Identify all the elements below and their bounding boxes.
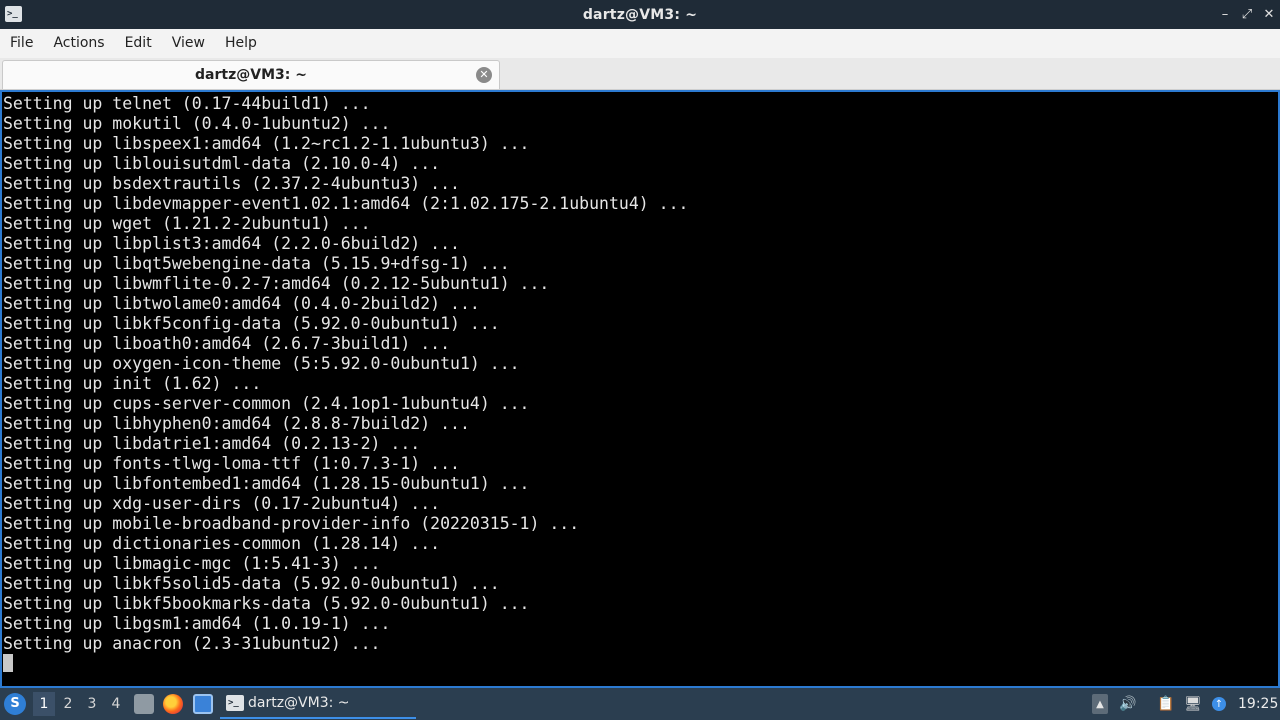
- menu-file[interactable]: File: [0, 29, 43, 58]
- terminal-line: Setting up libdatrie1:amd64 (0.2.13-2) .…: [3, 434, 421, 453]
- terminal-line: Setting up libdevmapper-event1.02.1:amd6…: [3, 194, 689, 213]
- close-icon[interactable]: ✕: [476, 67, 492, 83]
- menu-edit[interactable]: Edit: [115, 29, 162, 58]
- terminal-line: Setting up mokutil (0.4.0-1ubuntu2) ...: [3, 114, 391, 133]
- network-icon[interactable]: 🖥: [1183, 694, 1203, 714]
- terminal-line: Setting up telnet (0.17-44build1) ...: [3, 94, 371, 113]
- terminal-line: Setting up liboath0:amd64 (2.6.7-3build1…: [3, 334, 451, 353]
- workspace-4[interactable]: 4: [105, 692, 127, 716]
- terminal-line: Setting up liblouisutdml-data (2.10.0-4)…: [3, 154, 441, 173]
- close-window-button[interactable]: ✕: [1258, 0, 1280, 29]
- window-titlebar[interactable]: >_ dartz@VM3: ~ – ⤢ ✕: [0, 0, 1280, 29]
- terminal-line: Setting up wget (1.21.2-2ubuntu1) ...: [3, 214, 371, 233]
- maximize-button[interactable]: ⤢: [1236, 0, 1258, 29]
- minimize-button[interactable]: –: [1214, 0, 1236, 29]
- terminal-view[interactable]: Setting up telnet (0.17-44build1) ... Set…: [0, 90, 1280, 688]
- terminal-cursor: [3, 654, 13, 672]
- workspace-2[interactable]: 2: [57, 692, 79, 716]
- terminal-line: Setting up mobile-broadband-provider-inf…: [3, 514, 580, 533]
- clipboard-icon[interactable]: 📋: [1156, 694, 1176, 714]
- clock[interactable]: 19:25: [1238, 688, 1278, 720]
- terminal-icon: >_: [226, 695, 244, 711]
- workspace-3[interactable]: 3: [81, 692, 103, 716]
- taskbar: S 1 2 3 4 >_ dartz@VM3: ~ ▲ 🔊 📋 🖥 ↑ 19:2…: [0, 688, 1280, 720]
- window-title: dartz@VM3: ~: [582, 6, 698, 23]
- terminal-line: Setting up libspeex1:amd64 (1.2~rc1.2-1.…: [3, 134, 530, 153]
- terminal-line: Setting up libplist3:amd64 (2.2.0-6build…: [3, 234, 460, 253]
- tray-expand-icon[interactable]: ▲: [1092, 694, 1108, 714]
- task-label: dartz@VM3: ~: [248, 695, 350, 711]
- menu-view[interactable]: View: [162, 29, 215, 58]
- firefox-icon[interactable]: [163, 694, 183, 714]
- tab-bar: dartz@VM3: ~ ✕: [0, 58, 1280, 90]
- terminal-line: Setting up libfontembed1:amd64 (1.28.15-…: [3, 474, 530, 493]
- terminal-line: Setting up libgsm1:amd64 (1.0.19-1) ...: [3, 614, 391, 633]
- terminal-line: Setting up anacron (2.3-31ubuntu2) ...: [3, 634, 381, 653]
- terminal-line: Setting up bsdextrautils (2.37.2-4ubuntu…: [3, 174, 460, 193]
- terminal-output: Setting up telnet (0.17-44build1) ... Set…: [3, 94, 688, 654]
- terminal-line: Setting up libwmflite-0.2-7:amd64 (0.2.1…: [3, 274, 550, 293]
- terminal-icon: >_: [5, 6, 22, 22]
- terminal-line: Setting up libhyphen0:amd64 (2.8.8-7buil…: [3, 414, 470, 433]
- terminal-line: Setting up libqt5webengine-data (5.15.9+…: [3, 254, 510, 273]
- start-menu-icon[interactable]: S: [4, 693, 26, 715]
- menu-actions[interactable]: Actions: [43, 29, 114, 58]
- tab-terminal[interactable]: dartz@VM3: ~ ✕: [2, 60, 500, 89]
- workspace-1[interactable]: 1: [33, 692, 55, 716]
- menu-bar: File Actions Edit View Help: [0, 29, 1280, 58]
- terminal-line: Setting up libmagic-mgc (1:5.41-3) ...: [3, 554, 381, 573]
- volume-icon[interactable]: 🔊: [1118, 694, 1138, 714]
- terminal-line: Setting up init (1.62) ...: [3, 374, 262, 393]
- terminal-line: Setting up libkf5bookmarks-data (5.92.0-…: [3, 594, 530, 613]
- taskbar-task-terminal[interactable]: >_ dartz@VM3: ~: [220, 689, 416, 719]
- terminal-line: Setting up libkf5config-data (5.92.0-0ub…: [3, 314, 500, 333]
- show-desktop-icon[interactable]: [193, 694, 213, 714]
- menu-help[interactable]: Help: [215, 29, 267, 58]
- terminal-line: Setting up cups-server-common (2.4.1op1-…: [3, 394, 530, 413]
- files-icon[interactable]: [134, 694, 154, 714]
- terminal-line: Setting up libkf5solid5-data (5.92.0-0ub…: [3, 574, 500, 593]
- terminal-line: Setting up dictionaries-common (1.28.14)…: [3, 534, 441, 553]
- tab-label: dartz@VM3: ~: [195, 67, 307, 83]
- updates-icon[interactable]: ↑: [1212, 697, 1226, 711]
- terminal-line: Setting up xdg-user-dirs (0.17-2ubuntu4)…: [3, 494, 441, 513]
- terminal-line: Setting up libtwolame0:amd64 (0.4.0-2bui…: [3, 294, 480, 313]
- terminal-line: Setting up fonts-tlwg-loma-ttf (1:0.7.3-…: [3, 454, 460, 473]
- terminal-line: Setting up oxygen-icon-theme (5:5.92.0-0…: [3, 354, 520, 373]
